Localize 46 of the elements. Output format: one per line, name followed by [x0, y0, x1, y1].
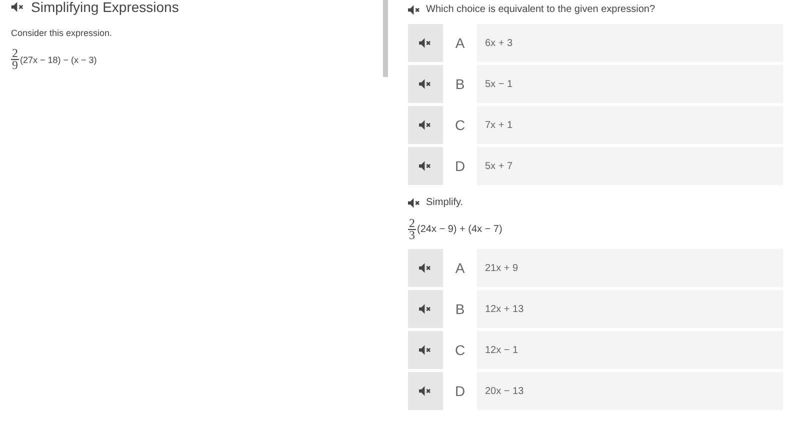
choice-letter: A	[455, 260, 465, 276]
mute-icon[interactable]	[419, 345, 432, 355]
choice-letter: B	[455, 76, 465, 92]
choice-letter: B	[455, 301, 465, 317]
mute-icon[interactable]	[408, 4, 421, 14]
fraction-numerator: 2	[408, 218, 416, 230]
answer-choice[interactable]: A 21x + 9	[408, 249, 783, 287]
mute-icon[interactable]	[408, 198, 421, 208]
expression-text: (27x − 18) − (x − 3)	[20, 54, 97, 64]
choice-text: 6x + 3	[485, 38, 513, 48]
answer-choice[interactable]: C 7x + 1	[408, 106, 783, 144]
choice-letter: A	[455, 35, 465, 51]
intro-text: Consider this expression.	[11, 28, 114, 38]
choice-letter: D	[454, 383, 466, 399]
choice-letter: D	[454, 158, 466, 174]
answer-choice[interactable]: B 5x − 1	[408, 65, 783, 103]
mute-icon[interactable]	[419, 304, 432, 314]
question-prompt: Simplify.	[426, 197, 464, 208]
page-title: Simplifying Expressions	[31, 0, 179, 14]
mute-icon[interactable]	[419, 263, 432, 273]
scrollbar[interactable]	[383, 0, 388, 77]
mute-icon[interactable]	[419, 386, 432, 396]
mute-icon[interactable]	[419, 120, 432, 130]
choice-text: 7x + 1	[485, 120, 513, 130]
answer-choice[interactable]: C 12x − 1	[408, 331, 783, 369]
answer-choice[interactable]: B 12x + 13	[408, 290, 783, 328]
choice-text: 12x − 1	[485, 344, 518, 356]
choice-text: 20x − 13	[485, 386, 524, 396]
question-prompt: Which choice is equivalent to the given expression?	[426, 4, 656, 15]
answer-choice[interactable]: D 5x + 7	[408, 147, 783, 185]
choice-text: 5x − 1	[485, 78, 513, 90]
expression-text: (24x − 9) + (4x − 7)	[417, 224, 502, 235]
fraction-numerator: 2	[11, 48, 19, 60]
choice-text: 21x + 9	[485, 262, 518, 274]
answer-choice[interactable]: D 20x − 13	[408, 372, 783, 410]
mute-icon[interactable]	[419, 79, 432, 89]
choice-text: 12x + 13	[485, 304, 524, 314]
choice-letter: C	[454, 342, 466, 358]
fraction-denominator: 3	[409, 230, 415, 241]
mute-icon[interactable]	[419, 161, 432, 171]
mute-icon[interactable]	[419, 38, 432, 48]
fraction-denominator: 9	[12, 60, 18, 71]
choice-letter: C	[454, 117, 466, 133]
choice-text: 5x + 7	[485, 160, 513, 172]
answer-choice[interactable]: A 6x + 3	[408, 24, 783, 62]
mute-icon[interactable]	[11, 2, 25, 12]
